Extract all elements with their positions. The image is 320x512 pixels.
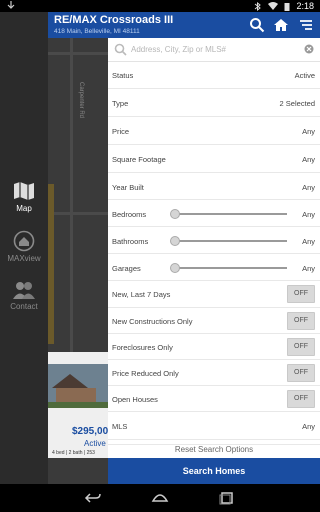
filter-price[interactable]: Price Any bbox=[108, 117, 320, 145]
battery-icon bbox=[284, 2, 290, 11]
filter-label: New Constructions Only bbox=[112, 317, 193, 326]
filter-square-footage[interactable]: Square Footage Any bbox=[108, 145, 320, 173]
brokerage-name: RE/MAX Crossroads III bbox=[54, 14, 174, 26]
search-icon[interactable] bbox=[249, 17, 265, 33]
rail-item-label: MAXview bbox=[7, 254, 41, 263]
filter-price-reduced: Price Reduced Only OFF bbox=[108, 360, 320, 386]
new-constructions-toggle[interactable]: OFF bbox=[287, 312, 315, 330]
filter-bedrooms: Bedrooms Any bbox=[108, 200, 320, 227]
bathrooms-slider-handle[interactable] bbox=[170, 236, 180, 246]
filter-label: Year Built bbox=[112, 183, 144, 192]
filter-label: Price bbox=[112, 127, 130, 136]
clock: 2:18 bbox=[296, 1, 314, 11]
filter-new-constructions: New Constructions Only OFF bbox=[108, 308, 320, 334]
filter-label: Square Footage bbox=[112, 155, 166, 164]
search-icon bbox=[114, 43, 127, 56]
filter-value: Any bbox=[302, 183, 315, 192]
garages-slider-handle[interactable] bbox=[170, 263, 180, 273]
system-nav-bar bbox=[0, 484, 320, 512]
listing-price: $295,00 bbox=[72, 426, 109, 437]
map-road bbox=[48, 52, 108, 55]
rail-item-map[interactable]: Map bbox=[0, 180, 48, 224]
filter-value: Active bbox=[294, 71, 315, 80]
recents-icon[interactable] bbox=[218, 491, 236, 505]
filter-foreclosures: Foreclosures Only OFF bbox=[108, 334, 320, 360]
filter-status[interactable]: Status Active bbox=[108, 62, 320, 89]
filter-type[interactable]: Type 2 Selected bbox=[108, 89, 320, 117]
street-label: Carpenter Rd bbox=[78, 82, 84, 119]
app-header: RE/MAX Crossroads III 418 Main, Bellevil… bbox=[48, 12, 320, 38]
rail-item-maxview[interactable]: MAXview bbox=[0, 230, 48, 274]
filter-label: New, Last 7 Days bbox=[112, 290, 171, 299]
map-road bbox=[48, 212, 108, 215]
filter-bathrooms: Bathrooms Any bbox=[108, 227, 320, 254]
left-rail: Map MAXview Contact bbox=[0, 12, 48, 484]
home-icon[interactable] bbox=[273, 17, 289, 33]
filter-label: Type bbox=[112, 99, 129, 108]
bedrooms-slider-track[interactable] bbox=[174, 213, 287, 215]
filter-value: Any bbox=[302, 155, 315, 164]
bluetooth-icon bbox=[255, 1, 262, 11]
rail-item-label: Contact bbox=[10, 302, 38, 311]
filter-new-last-7-days: New, Last 7 Days OFF bbox=[108, 281, 320, 308]
rail-item-label: Map bbox=[16, 204, 32, 213]
search-filter-panel: Address, City, Zip or MLS# Status Active… bbox=[108, 38, 320, 484]
listing-card[interactable]: $295,00 Active 4 bed | 2 bath | 253 bbox=[48, 352, 108, 458]
filter-value: Any bbox=[302, 422, 315, 431]
filter-label: Status bbox=[112, 71, 134, 80]
filter-value: Any bbox=[302, 237, 315, 246]
wifi-icon bbox=[268, 1, 279, 10]
back-icon[interactable] bbox=[84, 491, 102, 505]
bathrooms-slider-track[interactable] bbox=[174, 240, 287, 242]
status-bar: 2:18 bbox=[0, 0, 320, 12]
filter-value: 2 Selected bbox=[279, 99, 315, 108]
filter-label: Garages bbox=[112, 264, 141, 273]
open-houses-toggle[interactable]: OFF bbox=[287, 390, 315, 408]
home-nav-icon[interactable] bbox=[151, 491, 169, 505]
maxview-icon bbox=[13, 230, 35, 252]
new-last-7-days-toggle[interactable]: OFF bbox=[287, 285, 315, 303]
map-icon bbox=[14, 182, 34, 200]
price-reduced-toggle[interactable]: OFF bbox=[287, 364, 315, 382]
map-road bbox=[70, 12, 73, 352]
listing-photo bbox=[48, 364, 108, 408]
app-screen: 2:18 Map MAXview Contact Carpenter Rd RE… bbox=[0, 0, 320, 512]
filter-garages: Garages Any bbox=[108, 254, 320, 281]
filter-label: Price Reduced Only bbox=[112, 369, 179, 378]
status-indicators: 2:18 bbox=[253, 1, 314, 11]
filter-value: Any bbox=[302, 210, 315, 219]
rail-item-contact[interactable]: Contact bbox=[0, 280, 48, 324]
search-input[interactable]: Address, City, Zip or MLS# bbox=[131, 45, 226, 54]
filter-mls[interactable]: MLS Any bbox=[108, 412, 320, 440]
download-icon bbox=[7, 1, 15, 9]
filter-value: Any bbox=[302, 264, 315, 273]
filter-open-houses: Open Houses OFF bbox=[108, 386, 320, 412]
filter-label: Open Houses bbox=[112, 395, 158, 404]
search-homes-button[interactable]: Search Homes bbox=[108, 458, 320, 484]
contact-icon bbox=[13, 282, 35, 299]
bedrooms-slider-handle[interactable] bbox=[170, 209, 180, 219]
filter-year-built[interactable]: Year Built Any bbox=[108, 173, 320, 200]
filter-value: Any bbox=[302, 127, 315, 136]
map-highway bbox=[48, 184, 54, 344]
filter-label: Bathrooms bbox=[112, 237, 149, 246]
foreclosures-toggle[interactable]: OFF bbox=[287, 338, 315, 356]
garages-slider-track[interactable] bbox=[174, 267, 287, 269]
listing-details: 4 bed | 2 bath | 253 bbox=[52, 450, 95, 456]
listing-status: Active bbox=[84, 439, 106, 448]
filter-label: Bedrooms bbox=[112, 210, 147, 219]
filter-label: Foreclosures Only bbox=[112, 343, 173, 352]
brokerage-address: 418 Main, Belleville, MI 48111 bbox=[54, 28, 140, 35]
notification-icons bbox=[6, 1, 16, 12]
reset-search-options-button[interactable]: Reset Search Options bbox=[108, 444, 320, 458]
clear-icon[interactable] bbox=[304, 44, 314, 54]
search-bar[interactable]: Address, City, Zip or MLS# bbox=[108, 38, 320, 62]
filter-label: MLS bbox=[112, 422, 128, 431]
filter-icon[interactable] bbox=[298, 17, 314, 33]
